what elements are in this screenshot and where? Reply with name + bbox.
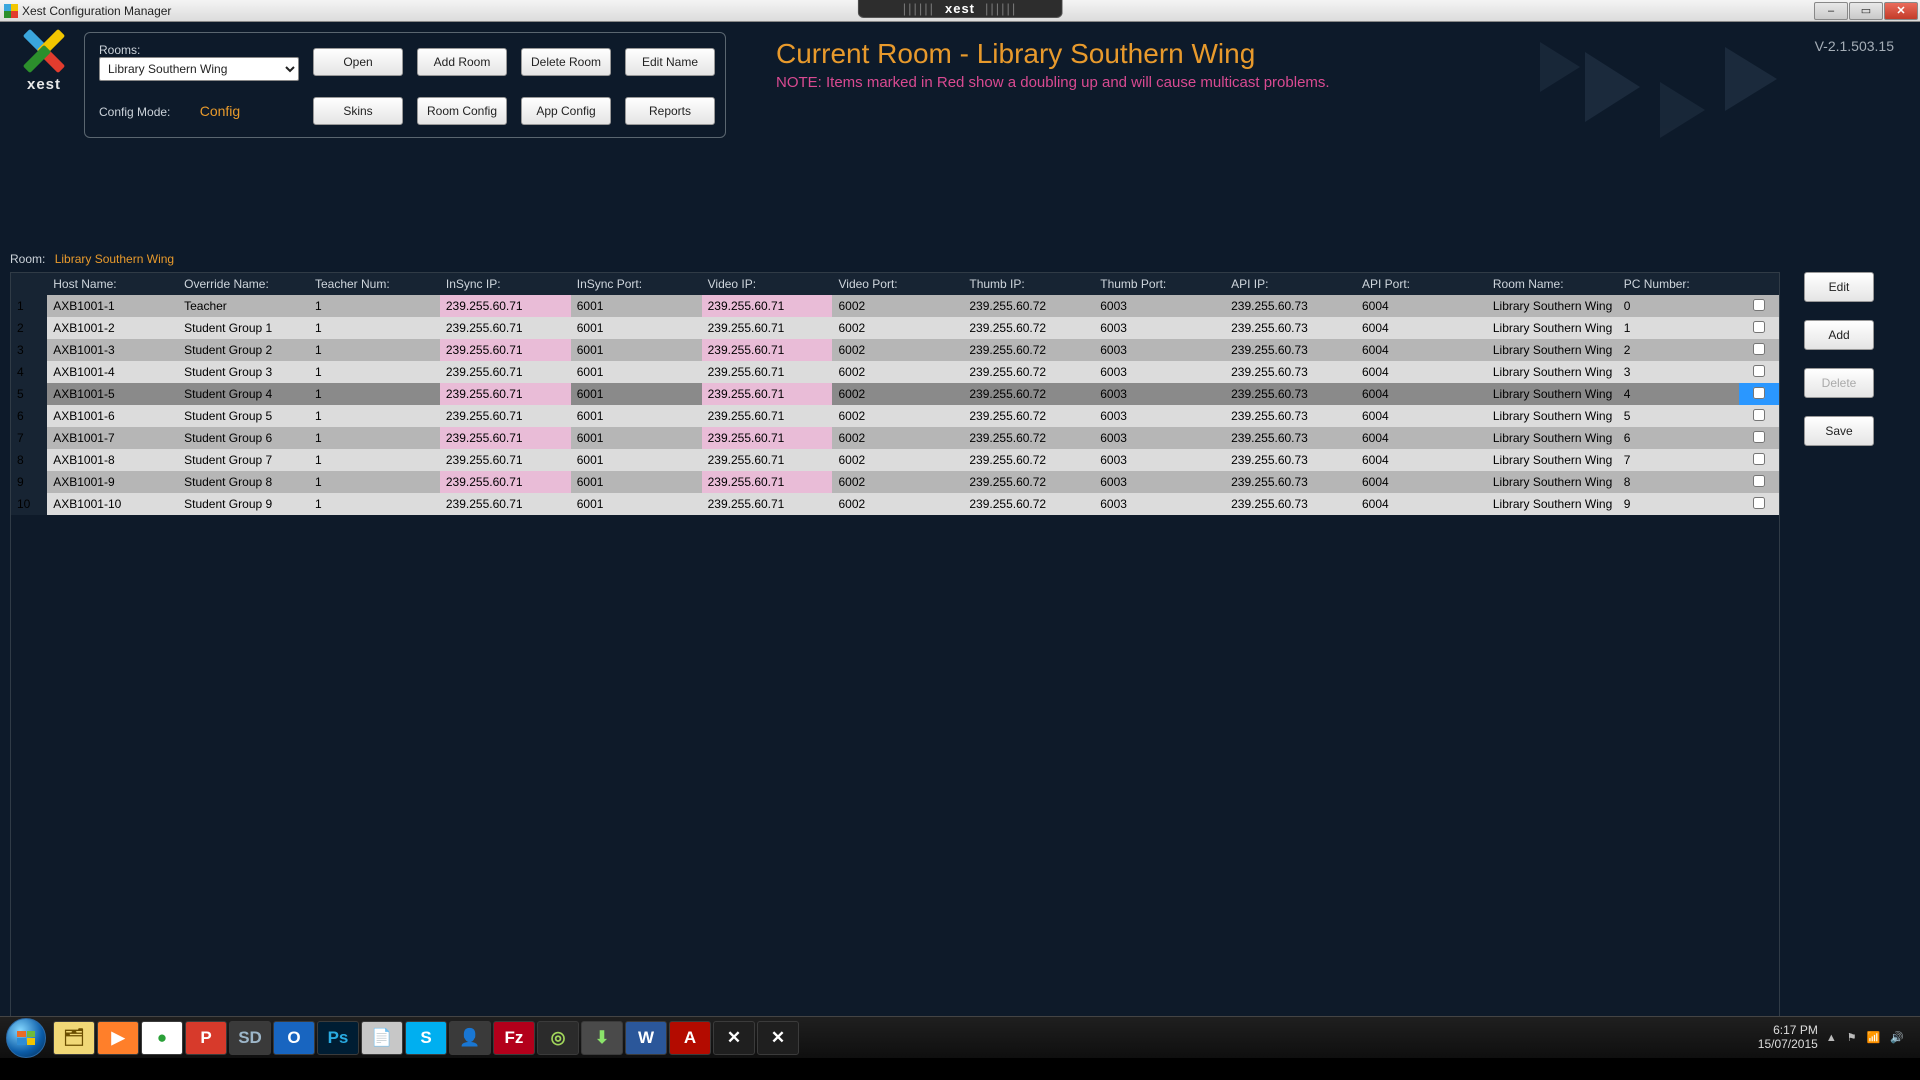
row-checkbox[interactable] <box>1739 471 1779 493</box>
taskbar-item-4[interactable]: SD <box>229 1021 271 1055</box>
save-button[interactable]: Save <box>1804 416 1874 446</box>
tray-overflow-icon[interactable]: ▲ <box>1826 1032 1837 1044</box>
taskbar: 🗂▶●PSDOPs📄S👤Fz◎⬇WA✕✕ 6:17 PM 15/07/2015 … <box>0 1016 1920 1058</box>
table-row[interactable]: 6AXB1001-6Student Group 51239.255.60.716… <box>11 405 1779 427</box>
app-icon <box>4 4 18 18</box>
taskbar-item-15[interactable]: ✕ <box>713 1021 755 1055</box>
col-0[interactable]: Host Name: <box>47 273 178 295</box>
taskbar-item-2[interactable]: ● <box>141 1021 183 1055</box>
taskbar-item-6[interactable]: Ps <box>317 1021 359 1055</box>
logo-text: xest <box>27 76 61 93</box>
red-warning-note: NOTE: Items marked in Red show a doublin… <box>776 74 1330 91</box>
table-row[interactable]: 5AXB1001-5Student Group 41239.255.60.716… <box>11 383 1779 405</box>
config-mode: Config Mode: Config <box>99 103 299 119</box>
taskbar-item-9[interactable]: 👤 <box>449 1021 491 1055</box>
window-close-button[interactable]: ✕ <box>1884 2 1918 20</box>
col-6[interactable]: Video Port: <box>832 273 963 295</box>
row-checkbox[interactable] <box>1739 449 1779 471</box>
taskbar-item-12[interactable]: ⬇ <box>581 1021 623 1055</box>
taskbar-item-10[interactable]: Fz <box>493 1021 535 1055</box>
row-checkbox[interactable] <box>1739 405 1779 427</box>
edit-name-button[interactable]: Edit Name <box>625 48 715 76</box>
delete-button[interactable]: Delete <box>1804 368 1874 398</box>
taskbar-item-5[interactable]: O <box>273 1021 315 1055</box>
start-button[interactable] <box>6 1018 46 1058</box>
rooms-label: Rooms: <box>99 43 299 57</box>
taskbar-item-0[interactable]: 🗂 <box>53 1021 95 1055</box>
reports-button[interactable]: Reports <box>625 97 715 125</box>
taskbar-item-11[interactable]: ◎ <box>537 1021 579 1055</box>
table-row[interactable]: 9AXB1001-9Student Group 81239.255.60.716… <box>11 471 1779 493</box>
row-checkbox[interactable] <box>1739 383 1779 405</box>
tray-flag-icon[interactable]: ⚑ <box>1847 1031 1857 1044</box>
col-3[interactable]: InSync IP: <box>440 273 571 295</box>
tray-volume-icon[interactable]: 🔊 <box>1890 1031 1904 1044</box>
row-checkbox[interactable] <box>1739 317 1779 339</box>
taskbar-item-8[interactable]: S <box>405 1021 447 1055</box>
open-button[interactable]: Open <box>313 48 403 76</box>
row-checkbox[interactable] <box>1739 427 1779 449</box>
table-row[interactable]: 8AXB1001-8Student Group 71239.255.60.716… <box>11 449 1779 471</box>
table-row[interactable]: 2AXB1001-2Student Group 11239.255.60.716… <box>11 317 1779 339</box>
row-checkbox[interactable] <box>1739 493 1779 515</box>
taskbar-item-16[interactable]: ✕ <box>757 1021 799 1055</box>
row-checkbox[interactable] <box>1739 339 1779 361</box>
taskbar-clock[interactable]: 6:17 PM 15/07/2015 <box>1758 1024 1826 1052</box>
col-11[interactable]: Room Name: <box>1487 273 1618 295</box>
table-row[interactable]: 10AXB1001-10Student Group 91239.255.60.7… <box>11 493 1779 515</box>
col-2[interactable]: Teacher Num: <box>309 273 440 295</box>
col-5[interactable]: Video IP: <box>702 273 833 295</box>
col-1[interactable]: Override Name: <box>178 273 309 295</box>
grid-room-label: Room: <box>10 252 45 266</box>
window-minimize-button[interactable]: – <box>1814 2 1848 20</box>
system-tray[interactable]: ▲ ⚑ 📶 🔊 <box>1826 1031 1904 1044</box>
current-room-heading: Current Room - Library Southern Wing <box>776 38 1330 70</box>
clock-date: 15/07/2015 <box>1758 1038 1818 1052</box>
edit-button[interactable]: Edit <box>1804 272 1874 302</box>
app-logo: xest <box>14 32 74 98</box>
col-8[interactable]: Thumb Port: <box>1094 273 1225 295</box>
app-config-button[interactable]: App Config <box>521 97 611 125</box>
window-title: Xest Configuration Manager <box>22 4 171 18</box>
col-7[interactable]: Thumb IP: <box>963 273 1094 295</box>
title-brand-badge: xest <box>858 0 1063 18</box>
taskbar-item-14[interactable]: A <box>669 1021 711 1055</box>
table-row[interactable]: 4AXB1001-4Student Group 31239.255.60.716… <box>11 361 1779 383</box>
table-row[interactable]: 1AXB1001-1Teacher1239.255.60.716001239.2… <box>11 295 1779 317</box>
col-12[interactable]: PC Number: <box>1618 273 1739 295</box>
window-titlebar: Xest Configuration Manager xest – ▭ ✕ <box>0 0 1920 22</box>
skins-button[interactable]: Skins <box>313 97 403 125</box>
grid-room-line: Room: Library Southern Wing <box>10 252 1910 266</box>
hosts-grid[interactable]: Host Name:Override Name:Teacher Num:InSy… <box>10 272 1780 1052</box>
row-checkbox[interactable] <box>1739 295 1779 317</box>
add-button[interactable]: Add <box>1804 320 1874 350</box>
window-maximize-button[interactable]: ▭ <box>1849 2 1883 20</box>
config-mode-label: Config Mode: <box>99 105 170 119</box>
taskbar-item-7[interactable]: 📄 <box>361 1021 403 1055</box>
config-panel: Rooms: Library Southern Wing Open Add Ro… <box>84 32 726 138</box>
config-mode-value: Config <box>200 103 240 119</box>
rooms-select[interactable]: Library Southern Wing <box>99 57 299 81</box>
tray-network-icon[interactable]: 📶 <box>1867 1031 1881 1044</box>
table-row[interactable]: 7AXB1001-7Student Group 61239.255.60.716… <box>11 427 1779 449</box>
grid-room-value: Library Southern Wing <box>55 252 174 266</box>
col-10[interactable]: API Port: <box>1356 273 1487 295</box>
delete-room-button[interactable]: Delete Room <box>521 48 611 76</box>
taskbar-item-1[interactable]: ▶ <box>97 1021 139 1055</box>
taskbar-item-3[interactable]: P <box>185 1021 227 1055</box>
col-4[interactable]: InSync Port: <box>571 273 702 295</box>
row-checkbox[interactable] <box>1739 361 1779 383</box>
col-9[interactable]: API IP: <box>1225 273 1356 295</box>
taskbar-item-13[interactable]: W <box>625 1021 667 1055</box>
add-room-button[interactable]: Add Room <box>417 48 507 76</box>
table-row[interactable]: 3AXB1001-3Student Group 21239.255.60.716… <box>11 339 1779 361</box>
room-config-button[interactable]: Room Config <box>417 97 507 125</box>
room-title-block: Current Room - Library Southern Wing NOT… <box>776 32 1330 91</box>
clock-time: 6:17 PM <box>1758 1024 1818 1038</box>
